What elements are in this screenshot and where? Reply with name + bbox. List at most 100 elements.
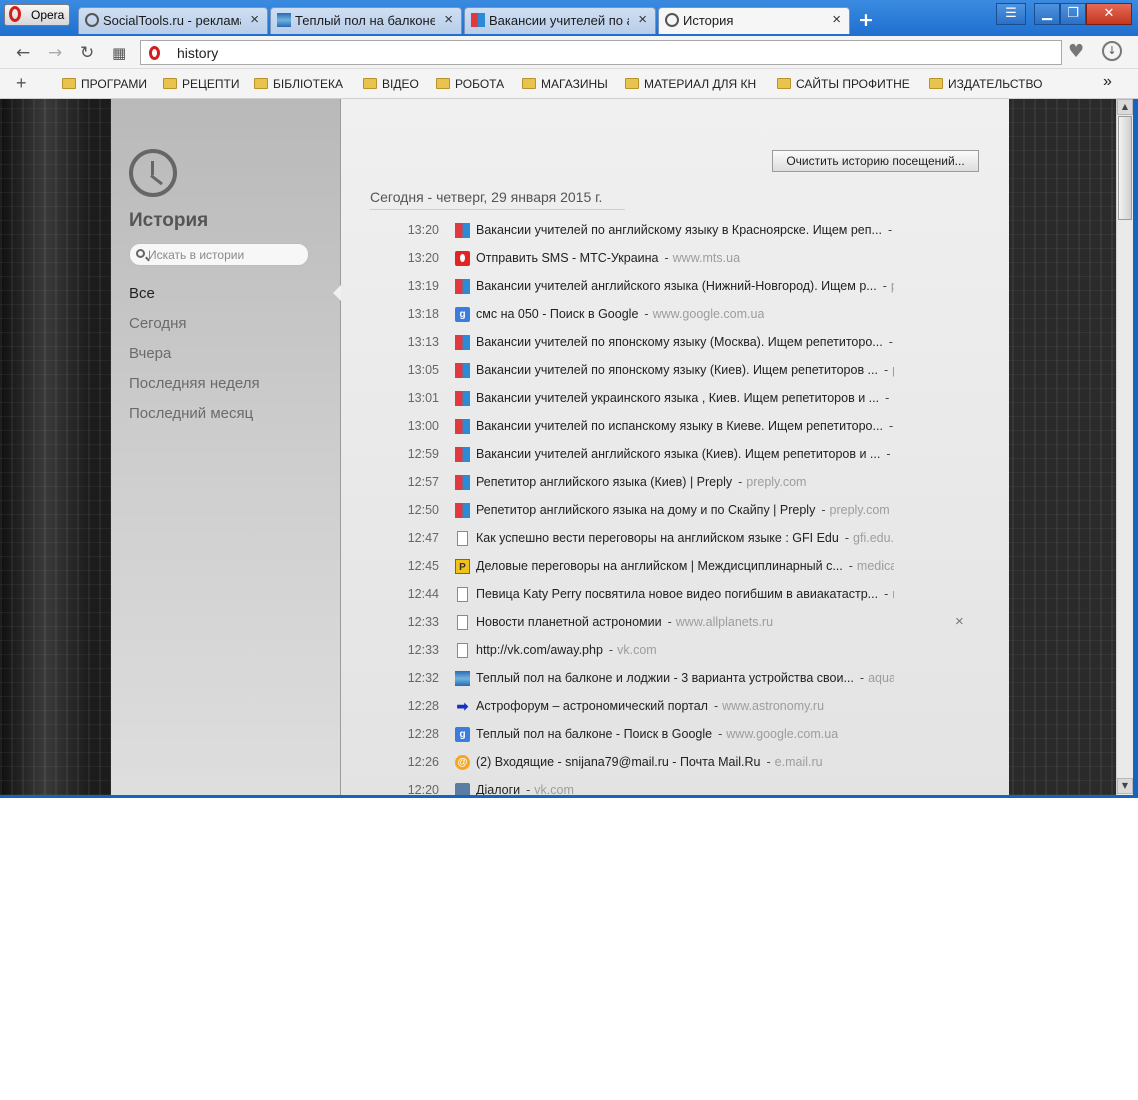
- filter-yesterday[interactable]: Вчера: [129, 345, 171, 362]
- page-title-link[interactable]: Вакансии учителей по испанскому языку в …: [476, 419, 883, 433]
- bookmark-folder[interactable]: МАГАЗИНЫ: [522, 77, 608, 91]
- scroll-down-icon[interactable]: ▼: [1117, 778, 1133, 794]
- new-tab-icon[interactable]: +: [858, 9, 874, 31]
- page-title-link[interactable]: Как успешно вести переговоры на английск…: [476, 531, 839, 545]
- scroll-thumb[interactable]: [1118, 116, 1132, 220]
- history-row[interactable]: 12:26 @ (2) Входящие - snijana79@mail.ru -…: [341, 749, 1009, 777]
- page-title-link[interactable]: Репетитор английского языка (Киев) | Pre…: [476, 475, 732, 489]
- history-row[interactable]: 12:28 ➡ Астрофорум – астрономический порта…: [341, 693, 1009, 721]
- page-domain[interactable]: www.allplanets.ru: [676, 615, 773, 629]
- page-title-link[interactable]: Вакансии учителей английского языка (Ниж…: [476, 279, 877, 293]
- filter-last-month[interactable]: Последний месяц: [129, 405, 253, 422]
- history-row[interactable]: 12:32 Теплый пол на балконе и лоджии - 3 …: [341, 665, 1009, 693]
- page-title-link[interactable]: Вакансии учителей английского языка (Кие…: [476, 447, 880, 461]
- page-title-link[interactable]: смс на 050 - Поиск в Google: [476, 307, 638, 321]
- page-domain[interactable]: vk.com: [617, 643, 657, 657]
- page-domain[interactable]: gfi.edu.ru: [853, 531, 894, 545]
- page-domain[interactable]: e.mail.ru: [775, 755, 823, 769]
- opera-menu-button[interactable]: Opera: [4, 4, 70, 26]
- remove-entry-icon[interactable]: ×: [955, 613, 964, 630]
- back-icon[interactable]: ←: [16, 43, 30, 63]
- page-scrollbar[interactable]: ▲ ▼: [1116, 99, 1133, 795]
- heart-bookmark-icon[interactable]: ♥: [1068, 41, 1084, 62]
- page-title-link[interactable]: Отправить SMS - МТС-Украина: [476, 251, 658, 265]
- bookmark-folder[interactable]: ВІДЕО: [363, 77, 419, 91]
- bookmark-folder[interactable]: РОБОТА: [436, 77, 504, 91]
- history-row[interactable]: 13:13 Вакансии учителей по японскому язык…: [341, 329, 1009, 357]
- page-title-link[interactable]: Деловые переговоры на английском | Межди…: [476, 559, 843, 573]
- reload-icon[interactable]: ↻: [80, 43, 94, 63]
- tab-teplyi-pol[interactable]: Теплый пол на балконе ×: [270, 7, 462, 34]
- history-row[interactable]: 12:44 Певица Katy Perry посвятила новое в…: [341, 581, 1009, 609]
- page-domain[interactable]: www.google.com.ua: [726, 727, 838, 741]
- filter-last-week[interactable]: Последняя неделя: [129, 375, 260, 392]
- page-domain[interactable]: preply.com: [892, 363, 894, 377]
- page-title-link[interactable]: Вакансии учителей украинского языка , Ки…: [476, 391, 879, 405]
- history-row[interactable]: 13:18 g смс на 050 - Поиск в Google - www.go…: [341, 301, 1009, 329]
- tab-vakansii[interactable]: Вакансии учителей по а ×: [464, 7, 656, 34]
- search-input[interactable]: [148, 246, 300, 263]
- history-row[interactable]: 13:01 Вакансии учителей украинского языка…: [341, 385, 1009, 413]
- page-domain[interactable]: preply.com: [746, 475, 806, 489]
- page-domain[interactable]: vk.com: [534, 783, 574, 795]
- history-row[interactable]: 12:33 Новости планетной астрономии - www.al…: [341, 609, 1009, 637]
- add-bookmark-icon[interactable]: +: [16, 73, 27, 94]
- page-domain[interactable]: www.mts.ua: [673, 251, 740, 265]
- speed-dial-icon[interactable]: ▦: [112, 44, 126, 62]
- page-title-link[interactable]: Астрофорум – астрономический портал: [476, 699, 708, 713]
- page-domain[interactable]: preply.com: [891, 279, 894, 293]
- more-bookmarks-icon[interactable]: »: [1103, 73, 1112, 91]
- page-domain[interactable]: www.google.com.ua: [653, 307, 765, 321]
- page-domain[interactable]: preply.com: [893, 391, 894, 405]
- url-text[interactable]: history: [177, 45, 218, 61]
- page-title-link[interactable]: Теплый пол на балконе и лоджии - 3 вариа…: [476, 671, 854, 685]
- page-domain[interactable]: medicalcollege.ru: [857, 559, 894, 573]
- history-search[interactable]: [129, 243, 309, 266]
- history-row[interactable]: 13:00 Вакансии учителей по испанскому язы…: [341, 413, 1009, 441]
- url-field[interactable]: history: [140, 40, 1062, 65]
- page-title-link[interactable]: http://vk.com/away.php: [476, 643, 603, 657]
- page-title-link[interactable]: Теплый пол на балконе - Поиск в Google: [476, 727, 712, 741]
- history-row[interactable]: 12:57 Репетитор английского языка (Киев) …: [341, 469, 1009, 497]
- tab-history[interactable]: История ×: [658, 7, 850, 34]
- close-tab-icon[interactable]: ×: [444, 11, 453, 28]
- history-row[interactable]: 13:20 Вакансии учителей по английскому яз…: [341, 217, 1009, 245]
- page-domain[interactable]: muz-city.ru: [892, 587, 894, 601]
- page-title-link[interactable]: Діалоги: [476, 783, 520, 795]
- history-row[interactable]: 13:19 Вакансии учителей английского языка…: [341, 273, 1009, 301]
- bookmark-folder[interactable]: ИЗДАТЕЛЬСТВО: [929, 77, 1042, 91]
- history-row[interactable]: 12:28 g Теплый пол на балконе - Поиск в Go…: [341, 721, 1009, 749]
- history-row[interactable]: 12:33 http://vk.com/away.php - vk.com: [341, 637, 1009, 665]
- page-title-link[interactable]: Вакансии учителей по английскому языку в…: [476, 223, 882, 237]
- page-title-link[interactable]: (2) Входящие - snijana79@mail.ru - Почта…: [476, 755, 761, 769]
- history-row[interactable]: 13:20 Отправить SMS - МТС-Украина - www.mts…: [341, 245, 1009, 273]
- minimize-icon[interactable]: ▁: [1034, 3, 1060, 25]
- forward-icon[interactable]: →: [48, 43, 62, 63]
- bookmark-folder[interactable]: РЕЦЕПТИ: [163, 77, 239, 91]
- history-row[interactable]: 12:45 P Деловые переговоры на английском |…: [341, 553, 1009, 581]
- bookmark-folder[interactable]: ПРОГРАМИ: [62, 77, 147, 91]
- page-domain[interactable]: preply.com: [830, 503, 890, 517]
- bookmark-folder[interactable]: САЙТЫ ПРОФИТНЕ: [777, 77, 913, 91]
- history-row[interactable]: 13:05 Вакансии учителей по японскому язык…: [341, 357, 1009, 385]
- page-title-link[interactable]: Певица Katy Perry посвятила новое видео …: [476, 587, 878, 601]
- clear-history-button[interactable]: Очистить историю посещений...: [772, 150, 979, 172]
- scroll-up-icon[interactable]: ▲: [1117, 99, 1133, 115]
- history-row[interactable]: 12:50 Репетитор английского языка на дому…: [341, 497, 1009, 525]
- filter-all[interactable]: Все: [129, 285, 155, 302]
- history-row[interactable]: 12:20 Діалоги - vk.com: [341, 777, 1009, 795]
- page-title-link[interactable]: Вакансии учителей по японскому языку (Ки…: [476, 363, 878, 377]
- download-icon[interactable]: ↓: [1102, 41, 1122, 61]
- page-title-link[interactable]: Репетитор английского языка на дому и по…: [476, 503, 815, 517]
- tab-socialtools[interactable]: SocialTools.ru - реклама ×: [78, 7, 268, 34]
- filter-today[interactable]: Сегодня: [129, 315, 187, 332]
- bookmark-folder[interactable]: БІБЛІОТЕКА: [254, 77, 343, 91]
- history-row[interactable]: 12:59 Вакансии учителей английского языка…: [341, 441, 1009, 469]
- close-window-icon[interactable]: ✕: [1086, 3, 1132, 25]
- page-domain[interactable]: aqua-rmnt.com: [868, 671, 894, 685]
- restore-icon[interactable]: ❐: [1060, 3, 1086, 25]
- history-row[interactable]: 12:47 Как успешно вести переговоры на анг…: [341, 525, 1009, 553]
- close-tab-icon[interactable]: ×: [250, 11, 259, 28]
- page-title-link[interactable]: Новости планетной астрономии: [476, 615, 662, 629]
- tab-menu-icon[interactable]: ☰: [996, 3, 1026, 25]
